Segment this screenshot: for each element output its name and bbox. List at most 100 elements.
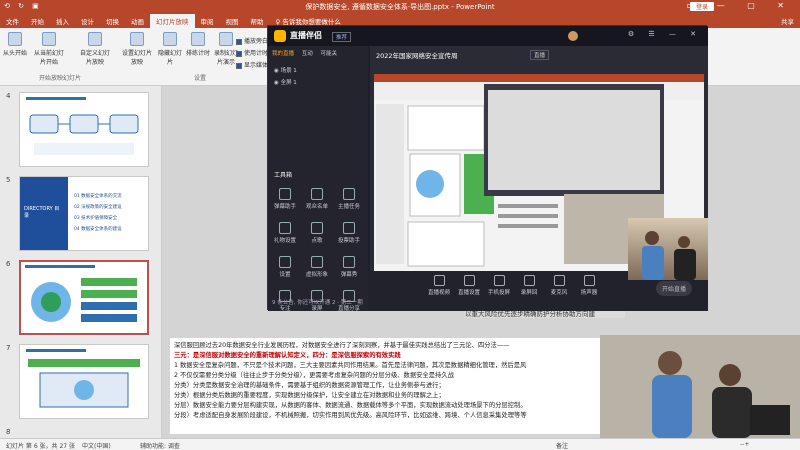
- notes-line: 深信服回顾过去20年数据安全行业发展历程，对数据安全进行了深刻洞察，并基于最佳实…: [174, 342, 510, 349]
- slide-thumbnail-4[interactable]: [19, 92, 149, 167]
- directory-panel: DIRECTORY 目录: [20, 177, 68, 250]
- phone-cast-button[interactable]: 手机投屏: [484, 275, 514, 296]
- notes-line: 1 数据安全是复杂问题，不只是个技术问题，三大主要因素共同作用结果。首先是法律问…: [174, 362, 527, 369]
- slide-number: 7: [6, 344, 11, 352]
- speaker-button[interactable]: 扬声器: [574, 275, 604, 296]
- slide-thumbnail-6[interactable]: [19, 260, 149, 335]
- slide-number: 6: [6, 260, 11, 268]
- ribbon-tab[interactable]: 插入: [50, 14, 75, 28]
- window-controls[interactable]: ▭ — ▢ ✕: [687, 1, 794, 10]
- tool-song[interactable]: 点歌: [302, 222, 332, 244]
- music-icon: [311, 222, 323, 234]
- narration-checkbox[interactable]: 播放旁白: [236, 36, 268, 45]
- notes-toggle[interactable]: 备注: [556, 441, 568, 450]
- ribbon-tab[interactable]: 开始: [25, 14, 50, 28]
- stream-title-bar: 直播伴侣 推荐 ⚙ ☰ — ✕: [268, 26, 708, 46]
- tool-avatar[interactable]: 虚拟形象: [302, 256, 332, 278]
- notes-line: 分段）考虑适配自身发展阶段建设，不机械照搬，切实作用到风优先级。高风险环节，比如…: [174, 412, 527, 419]
- scene-item[interactable]: ◉ 全屏 1: [274, 78, 297, 86]
- avatar-icon: [311, 256, 323, 268]
- checkbox-icon: [236, 50, 242, 57]
- task-icon: [343, 188, 355, 200]
- hide-icon: [163, 32, 177, 46]
- window-title: 保护数据安全, 遵循数据安全体系·导出图.pptx - PowerPoint: [305, 3, 495, 11]
- screen-record-button[interactable]: 录屏回: [514, 275, 544, 296]
- ribbon-tab[interactable]: 帮助: [245, 14, 270, 28]
- app-logo-icon: [274, 30, 286, 42]
- slide-7-graphic: [26, 349, 140, 408]
- video-icon: [433, 275, 445, 286]
- ribbon-tab[interactable]: 设计: [75, 14, 100, 28]
- scene-item[interactable]: ◉ 场景 1: [274, 66, 297, 74]
- accessibility-status[interactable]: 辅助功能: 调查: [140, 441, 180, 450]
- stream-window-controls[interactable]: ⚙ ☰ — ✕: [628, 30, 702, 38]
- app-badge: 推荐: [332, 32, 352, 42]
- slide-thumbnail-panel[interactable]: 4 5 DIRECTORY 目录 01 数据安全体系的交流 02 法规政策的安全…: [0, 86, 162, 438]
- notes-line: 三元：是深信服对数据安全的重新理解认知定义，四分：是深信服探索的有效实践: [174, 352, 401, 359]
- language-indicator[interactable]: 中文(中国): [82, 441, 111, 450]
- slide-6-graphic: [25, 265, 137, 322]
- background-presenter-video: [600, 335, 800, 438]
- tool-gift[interactable]: 礼物设置: [270, 222, 300, 244]
- phone-icon: [493, 275, 505, 286]
- slide-number: 5: [6, 176, 11, 184]
- video-button[interactable]: 直播视频: [424, 275, 454, 296]
- live-settings-button[interactable]: 直播设置: [454, 275, 484, 296]
- tool-vote[interactable]: 投票助手: [334, 222, 364, 244]
- stream-footer: 9 条公告, 你还可以开通 2 · 第二一期: [272, 300, 363, 306]
- room-tag: 直播: [530, 50, 550, 60]
- timer-icon: [191, 32, 205, 46]
- notes-line: 分类）分类是数据安全治理的基础条件，需要基于组织的数据资源管理工作，让业务侧参与…: [174, 382, 445, 389]
- notes-pane[interactable]: 深信服回顾过去20年数据安全行业发展历程，对数据安全进行了深刻洞察，并基于最佳实…: [170, 338, 650, 434]
- timing-checkbox[interactable]: 使用计时: [236, 48, 268, 57]
- room-title: 2022年国家网络安全宣传周: [376, 52, 458, 60]
- ribbon-tab[interactable]: 审阅: [195, 14, 220, 28]
- ribbon-tab[interactable]: 幻灯片放映: [150, 14, 195, 28]
- ribbon-tab[interactable]: 视图: [220, 14, 245, 28]
- notes-line: 2 不仅仅需要分类分级（往往止步于分类分级），更需要考虑复杂问题的分层分级、数据…: [174, 372, 454, 379]
- checkbox-icon: [236, 38, 242, 45]
- tool-viewer-list[interactable]: 观众名单: [302, 188, 332, 210]
- zoom-slider[interactable]: --+: [740, 441, 749, 448]
- avatar[interactable]: [568, 31, 578, 41]
- stream-tabs: 我的直播 互动 可能关: [272, 49, 337, 57]
- tool-danmu-show[interactable]: 弹幕秀: [334, 256, 364, 278]
- ribbon-tab[interactable]: 切换: [100, 14, 125, 28]
- from-current-button[interactable]: 从当前幻灯片开始: [32, 32, 66, 66]
- slide-thumbnail-7[interactable]: [19, 344, 149, 419]
- tab-other[interactable]: 可能关: [321, 51, 338, 57]
- vote-icon: [343, 222, 355, 234]
- ribbon-tab[interactable]: 动画: [125, 14, 150, 28]
- play-icon: [42, 32, 56, 46]
- tab-interact[interactable]: 互动: [302, 51, 313, 57]
- slide-thumbnail-5[interactable]: DIRECTORY 目录 01 数据安全体系的交流 02 法规政策的安全建设 0…: [19, 176, 149, 251]
- rehearse-button[interactable]: 排练计时: [184, 32, 212, 57]
- group-label-setup: 设置: [193, 75, 206, 82]
- settings-icon: [463, 275, 475, 286]
- checkbox-icon: [236, 62, 242, 69]
- presenter-pip-video: [628, 218, 708, 280]
- tool-tasks[interactable]: 主播任务: [334, 188, 364, 210]
- stream-sidebar: 我的直播 互动 可能关 ◉ 场景 1 ◉ 全屏 1 工具箱 弹幕助手 观众名单 …: [268, 46, 368, 312]
- slide-number: 8: [6, 428, 11, 436]
- presenters-image: [600, 335, 800, 438]
- microphone-icon: [553, 275, 565, 286]
- slides-icon: [88, 32, 102, 46]
- tool-danmu-helper[interactable]: 弹幕助手: [270, 188, 300, 210]
- presenter-pip-image: [642, 231, 696, 280]
- tab-my-live[interactable]: 我的直播: [272, 51, 294, 57]
- hide-slide-button[interactable]: 隐藏幻灯片: [156, 32, 184, 66]
- title-bar: ⟲ ↻ ▣ 保护数据安全, 遵循数据安全体系·导出图.pptx - PowerP…: [0, 0, 800, 14]
- go-live-button[interactable]: 开始直播: [656, 281, 693, 296]
- app-name: 直播伴侣: [290, 31, 322, 40]
- setup-show-button[interactable]: 设置幻灯片放映: [120, 32, 154, 66]
- gear-icon: [279, 256, 291, 268]
- microphone-button[interactable]: 麦克风: [544, 275, 574, 296]
- record-icon: [523, 275, 535, 286]
- ribbon-tab[interactable]: 文件: [0, 14, 25, 28]
- speaker-icon: [583, 275, 595, 286]
- custom-show-button[interactable]: 自定义幻灯片放映: [78, 32, 112, 66]
- tool-settings[interactable]: 设置: [270, 256, 300, 278]
- from-start-button[interactable]: 从头开始: [2, 32, 28, 57]
- chat-icon: [343, 256, 355, 268]
